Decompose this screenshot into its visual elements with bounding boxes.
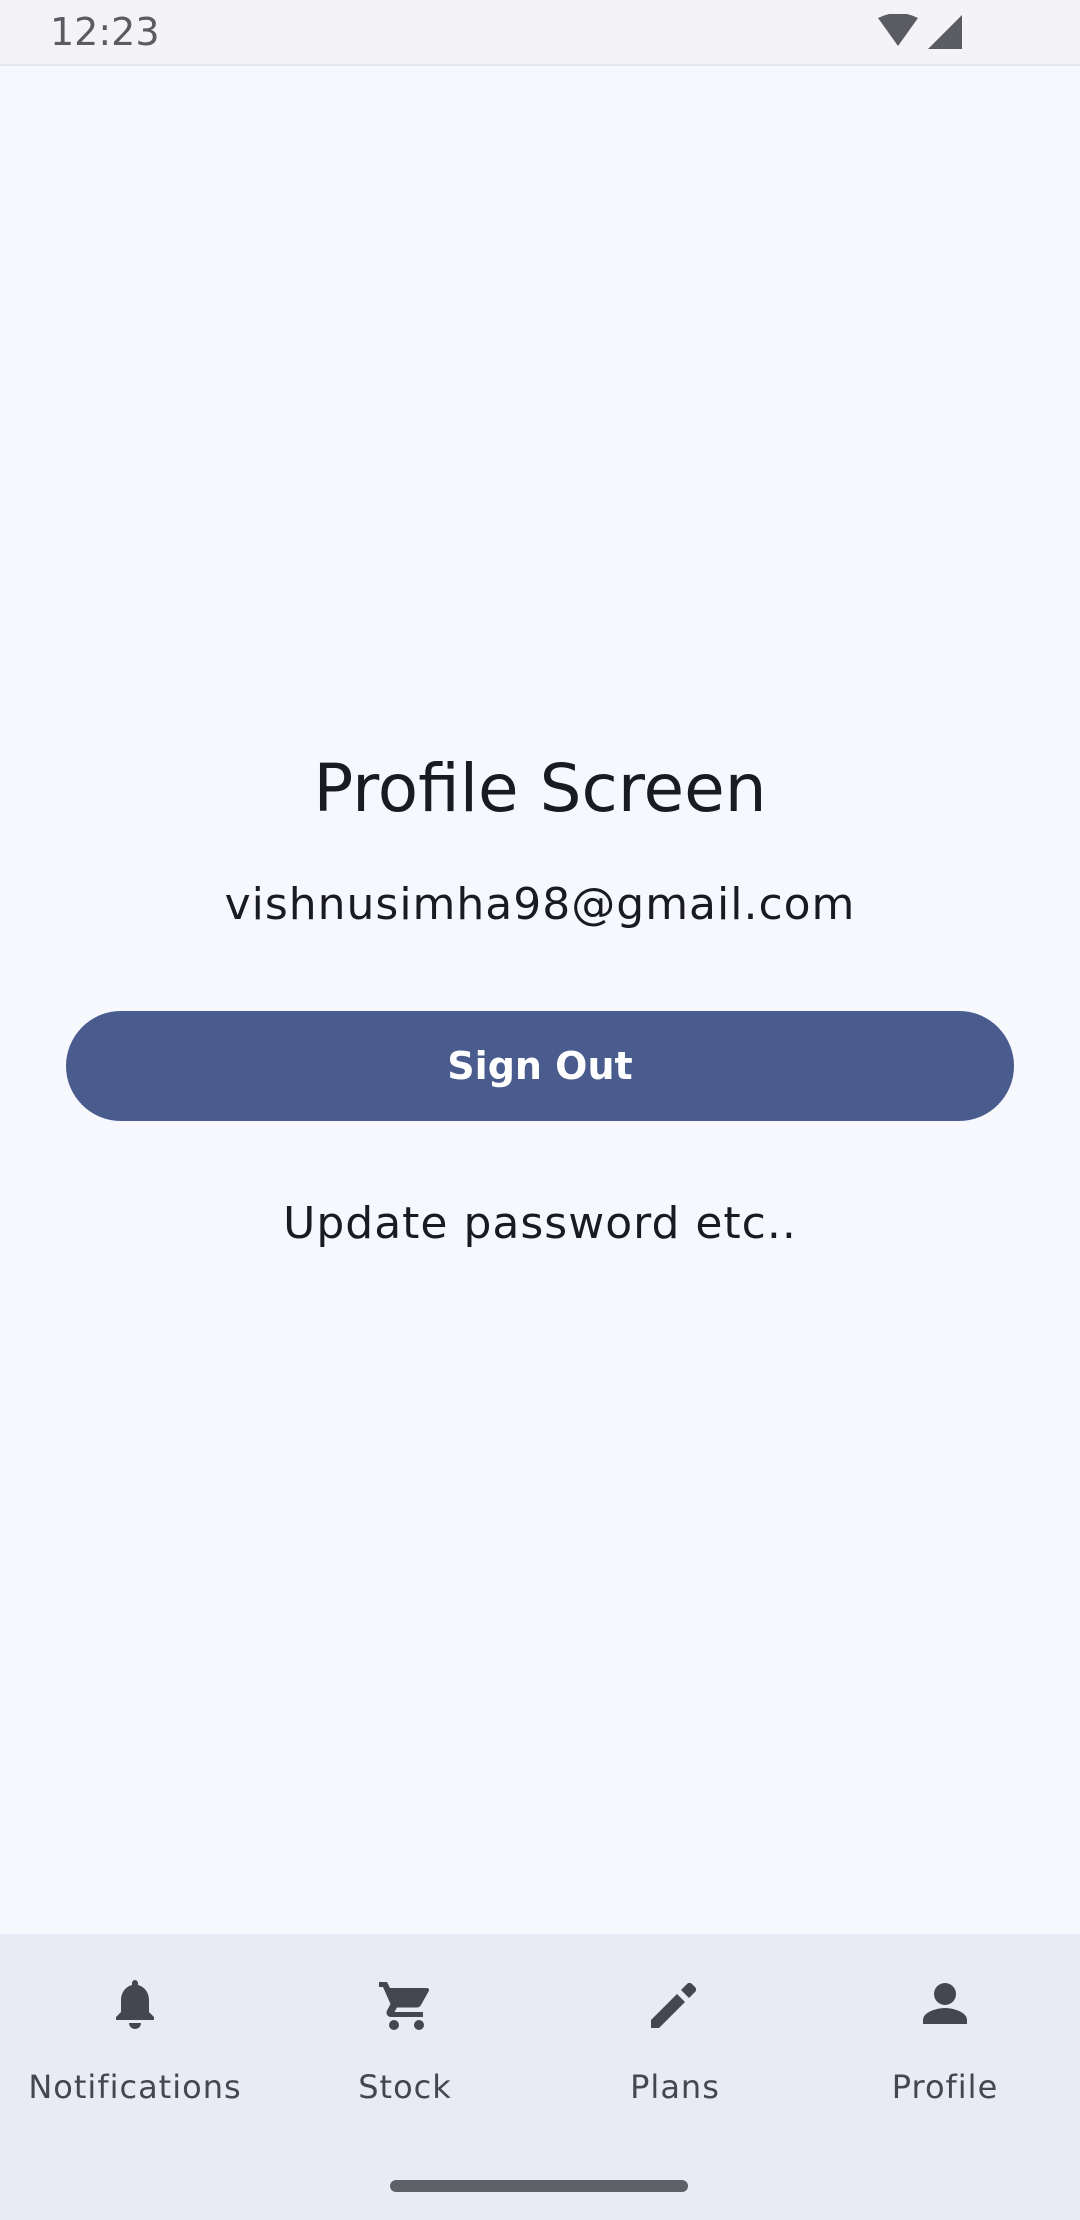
person-icon bbox=[915, 1974, 975, 2034]
update-password-text: Update password etc.. bbox=[283, 1198, 797, 1249]
wifi-icon bbox=[876, 13, 920, 55]
pencil-icon bbox=[645, 1974, 705, 2034]
cart-icon bbox=[375, 1974, 435, 2034]
nav-label-profile: Profile bbox=[891, 2068, 999, 2106]
bell-icon bbox=[105, 1974, 165, 2034]
status-time: 12:23 bbox=[50, 10, 160, 54]
status-bar: 12:23 bbox=[0, 0, 1080, 66]
profile-content: Profile Screen vishnusimha98@gmail.com S… bbox=[0, 66, 1080, 1934]
nav-label-notifications: Notifications bbox=[28, 2068, 242, 2106]
nav-item-stock[interactable]: Stock bbox=[270, 1934, 540, 2154]
page-title: Profile Screen bbox=[313, 750, 767, 827]
status-icons bbox=[876, 13, 962, 55]
nav-label-plans: Plans bbox=[630, 2068, 720, 2106]
cellular-signal-icon bbox=[928, 15, 962, 54]
nav-item-plans[interactable]: Plans bbox=[540, 1934, 810, 2154]
user-email: vishnusimha98@gmail.com bbox=[224, 879, 856, 930]
home-indicator[interactable] bbox=[390, 2180, 688, 2192]
nav-label-stock: Stock bbox=[358, 2068, 452, 2106]
nav-item-notifications[interactable]: Notifications bbox=[0, 1934, 270, 2154]
bottom-navigation: Notifications Stock Plans Profile bbox=[0, 1934, 1080, 2220]
nav-item-profile[interactable]: Profile bbox=[810, 1934, 1080, 2154]
sign-out-button[interactable]: Sign Out bbox=[66, 1011, 1014, 1121]
